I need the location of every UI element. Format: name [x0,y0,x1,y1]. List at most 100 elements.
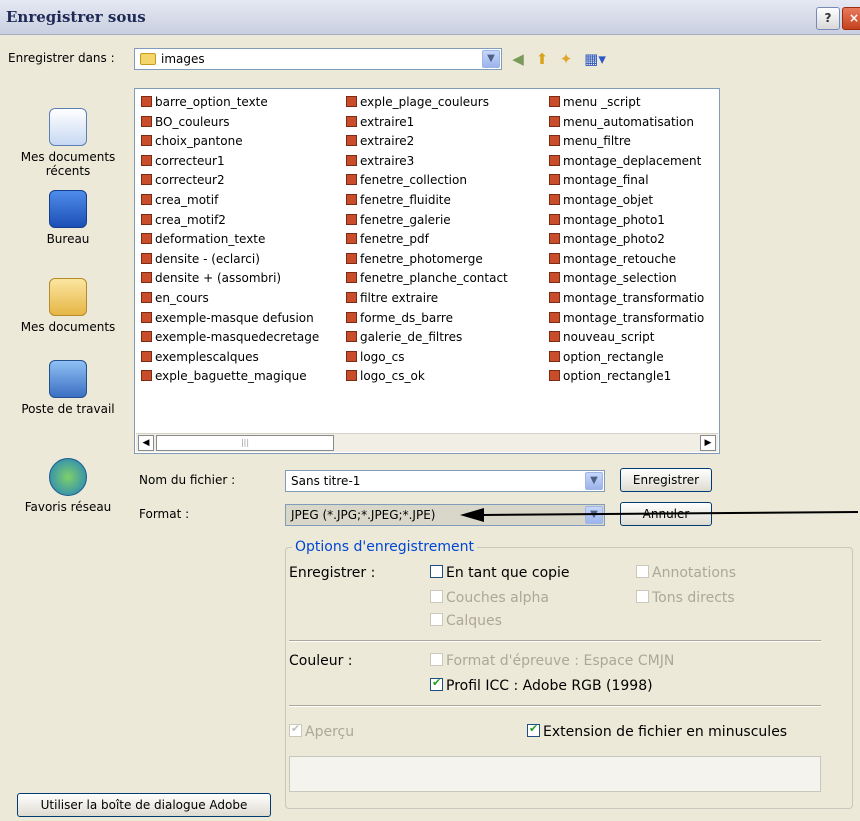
file-item[interactable]: extraire2 [346,132,508,152]
place-network[interactable]: Favoris réseau [8,458,128,514]
file-column: menu _script menu_automatisation menu_filt… [549,93,704,387]
file-item[interactable]: exple_plage_couleurs [346,93,508,113]
icc-profile-checkbox[interactable]: ✔ Profil ICC : Adobe RGB (1998) [430,676,653,694]
file-item[interactable]: montage_deplacement [549,152,704,172]
file-item[interactable]: fenetre_pdf [346,230,508,250]
close-button[interactable]: × [842,7,860,30]
place-desktop[interactable]: Bureau [8,190,128,246]
file-item[interactable]: BO_couleurs [141,113,319,133]
file-item[interactable]: montage_objet [549,191,704,211]
place-label: Poste de travail [21,402,115,416]
image-file-icon [346,252,357,264]
file-item[interactable]: fenetre_planche_contact [346,269,508,289]
place-recent[interactable]: Mes documents récents [8,108,128,178]
file-item[interactable]: option_rectangle1 [549,367,704,387]
file-item[interactable]: correcteur1 [141,152,319,172]
save-button[interactable]: Enregistrer [620,468,712,492]
horizontal-scrollbar[interactable]: ◀ ||| ▶ [136,433,718,452]
scroll-thumb[interactable]: ||| [156,435,334,451]
file-name: crea_motif2 [155,212,226,227]
file-item[interactable]: exple_baguette_magique [141,367,319,387]
as-copy-checkbox[interactable]: En tant que copie [430,565,570,581]
file-item[interactable]: montage_transformatio [549,309,704,329]
file-list[interactable]: barre_option_texte BO_couleurs choix_panto… [134,88,720,454]
save-in-dropdown[interactable]: images ▼ [134,48,502,70]
file-item[interactable]: extraire1 [346,113,508,133]
image-file-icon [549,331,560,343]
file-item[interactable]: option_rectangle [549,348,704,368]
layers-label: Calques [446,613,502,629]
file-name: nouveau_script [563,330,655,345]
file-item[interactable]: choix_pantone [141,132,319,152]
file-item[interactable]: montage_retouche [549,250,704,270]
file-name: correcteur2 [155,173,225,188]
check-icon: ✔ [291,722,301,735]
help-button[interactable]: ? [816,7,840,30]
file-item[interactable]: extraire3 [346,152,508,172]
file-name: en_cours [155,290,209,305]
image-file-icon [549,96,560,107]
checkbox-box [430,565,443,578]
file-item[interactable]: fenetre_collection [346,171,508,191]
file-name: densite - (eclarci) [155,251,260,266]
file-item[interactable]: exemple-masquedecretage [141,328,319,348]
file-item[interactable]: densite + (assombri) [141,269,319,289]
scroll-right-icon[interactable]: ▶ [700,435,716,451]
use-adobe-dialog-button[interactable]: Utiliser la boîte de dialogue Adobe [17,793,271,817]
file-item[interactable]: galerie_de_filtres [346,328,508,348]
file-item[interactable]: fenetre_galerie [346,211,508,231]
file-item[interactable]: montage_selection [549,269,704,289]
scroll-left-icon[interactable]: ◀ [138,435,154,451]
file-name: montage_transformatio [563,310,705,325]
place-label: Mes documents récents [20,150,116,178]
image-file-icon [549,135,560,147]
image-file-icon [141,252,152,264]
file-item[interactable]: crea_motif [141,191,319,211]
file-item[interactable]: en_cours [141,289,319,309]
file-name: montage_retouche [563,251,676,266]
file-item[interactable]: exemple-masque defusion [141,309,319,329]
file-item[interactable]: densite - (eclarci) [141,250,319,270]
info-box [289,756,821,792]
file-item[interactable]: barre_option_texte [141,93,319,113]
image-file-icon [346,291,357,303]
file-item[interactable]: forme_ds_barre [346,309,508,329]
file-item[interactable]: filtre extraire [346,289,508,309]
place-my-computer[interactable]: Poste de travail [8,360,128,416]
image-file-icon [346,213,357,225]
file-item[interactable]: deformation_texte [141,230,319,250]
file-item[interactable]: crea_motif2 [141,211,319,231]
file-item[interactable]: nouveau_script [549,328,704,348]
file-item[interactable]: montage_photo1 [549,211,704,231]
file-item[interactable]: exemplescalques [141,348,319,368]
file-item[interactable]: menu_automatisation [549,113,704,133]
file-item[interactable]: logo_cs [346,348,508,368]
up-folder-icon[interactable]: ⬆ [532,49,552,69]
proof-setup-checkbox: Format d'épreuve : Espace CMJN [430,653,674,669]
view-menu-icon[interactable]: ▦▾ [580,49,610,69]
file-item[interactable]: montage_transformatio [549,289,704,309]
file-item[interactable]: menu _script [549,93,704,113]
new-folder-icon[interactable]: ✦ [556,49,576,69]
chevron-down-icon[interactable]: ▼ [585,472,603,490]
filename-input[interactable]: Sans titre-1 ▼ [285,470,605,492]
check-icon: ✔ [529,722,539,735]
lowercase-extension-checkbox[interactable]: ✔ Extension de fichier en minuscules [527,722,787,740]
image-file-icon [346,115,357,127]
file-item[interactable]: menu_filtre [549,132,704,152]
file-item[interactable]: montage_photo2 [549,230,704,250]
image-file-icon [141,272,152,284]
file-item[interactable]: logo_cs_ok [346,367,508,387]
place-my-documents[interactable]: Mes documents [8,278,128,334]
filename-value: Sans titre-1 [291,474,361,488]
back-icon[interactable]: ◀ [508,49,528,69]
image-file-icon [141,370,152,382]
filename-label: Nom du fichier : [139,473,236,487]
file-item[interactable]: correcteur2 [141,171,319,191]
file-item[interactable]: montage_final [549,171,704,191]
file-item[interactable]: fenetre_photomerge [346,250,508,270]
chevron-down-icon[interactable]: ▼ [482,50,500,68]
title-bar: Enregistrer sous ? × [0,0,860,35]
file-name: fenetre_planche_contact [360,271,508,286]
file-item[interactable]: fenetre_fluidite [346,191,508,211]
